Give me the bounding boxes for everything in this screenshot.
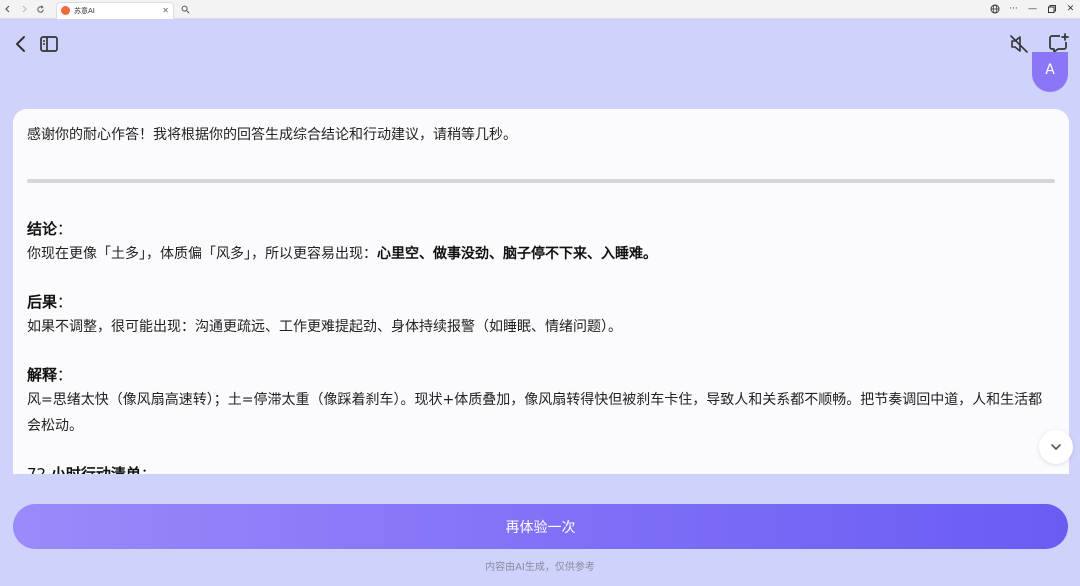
app-header: [0, 19, 1080, 69]
section-title: 后果：: [27, 293, 73, 311]
browser-toolbar: 苏意AI ✕ ··· — ✕: [0, 0, 1080, 19]
tab-title: 苏意AI: [74, 6, 95, 15]
avatar-letter: A: [1045, 62, 1055, 78]
mute-icon[interactable]: [1007, 32, 1031, 56]
restore-icon[interactable]: [1042, 0, 1061, 19]
close-icon[interactable]: ✕: [1061, 0, 1080, 19]
chevron-down-icon: [1051, 444, 1061, 450]
app-logo-icon: [61, 6, 70, 15]
search-icon[interactable]: [178, 2, 192, 16]
avatar: A: [1032, 52, 1068, 92]
section-explanation: 解释： 风=思绪太快（像风扇高速转）；土=停滞太重（像踩着刹车）。现状+体质叠加…: [27, 364, 1055, 439]
assistant-message: 感谢你的耐心作答！我将根据你的回答生成综合结论和行动建议，请稍等几秒。 结论： …: [13, 109, 1069, 474]
more-icon[interactable]: ···: [1004, 0, 1023, 19]
section-title: 72 小时行动清单：: [27, 465, 156, 474]
divider: [27, 179, 1055, 183]
chevron-left-icon[interactable]: [9, 32, 33, 56]
retry-button[interactable]: 再体验一次: [13, 504, 1068, 549]
section-conclusion: 结论： 你现在更像「土多」，体质偏「风多」，所以更容易出现：心里空、做事没劲、脑…: [27, 218, 1055, 267]
section-title: 结论：: [27, 220, 73, 238]
intro-text: 感谢你的耐心作答！我将根据你的回答生成综合结论和行动建议，请稍等几秒。: [27, 127, 517, 143]
section-title: 解释：: [27, 366, 73, 384]
forward-icon[interactable]: [16, 0, 32, 19]
minimize-icon[interactable]: —: [1023, 0, 1042, 19]
scroll-down-button[interactable]: [1039, 430, 1073, 464]
ai-disclaimer: 内容由AI生成，仅供参考: [485, 562, 595, 573]
browser-tab[interactable]: 苏意AI ✕: [56, 1, 174, 19]
globe-icon[interactable]: [985, 0, 1004, 19]
reload-icon[interactable]: [32, 0, 48, 19]
section-action-list: 72 小时行动清单：: [27, 463, 1055, 474]
tab-close-icon[interactable]: ✕: [162, 6, 169, 15]
section-body: 你现在更像「土多」，体质偏「风多」，所以更容易出现：心里空、做事没劲、脑子停不下…: [27, 246, 657, 262]
sidebar-toggle-icon[interactable]: [37, 32, 61, 56]
back-icon[interactable]: [0, 0, 16, 19]
section-body: 如果不调整，很可能出现：沟通更疏远、工作更难提起劲、身体持续报警（如睡眠、情绪问…: [27, 319, 622, 335]
section-body: 风=思绪太快（像风扇高速转）；土=停滞太重（像踩着刹车）。现状+体质叠加，像风扇…: [27, 392, 1043, 434]
section-consequence: 后果： 如果不调整，很可能出现：沟通更疏远、工作更难提起劲、身体持续报警（如睡眠…: [27, 291, 1055, 340]
